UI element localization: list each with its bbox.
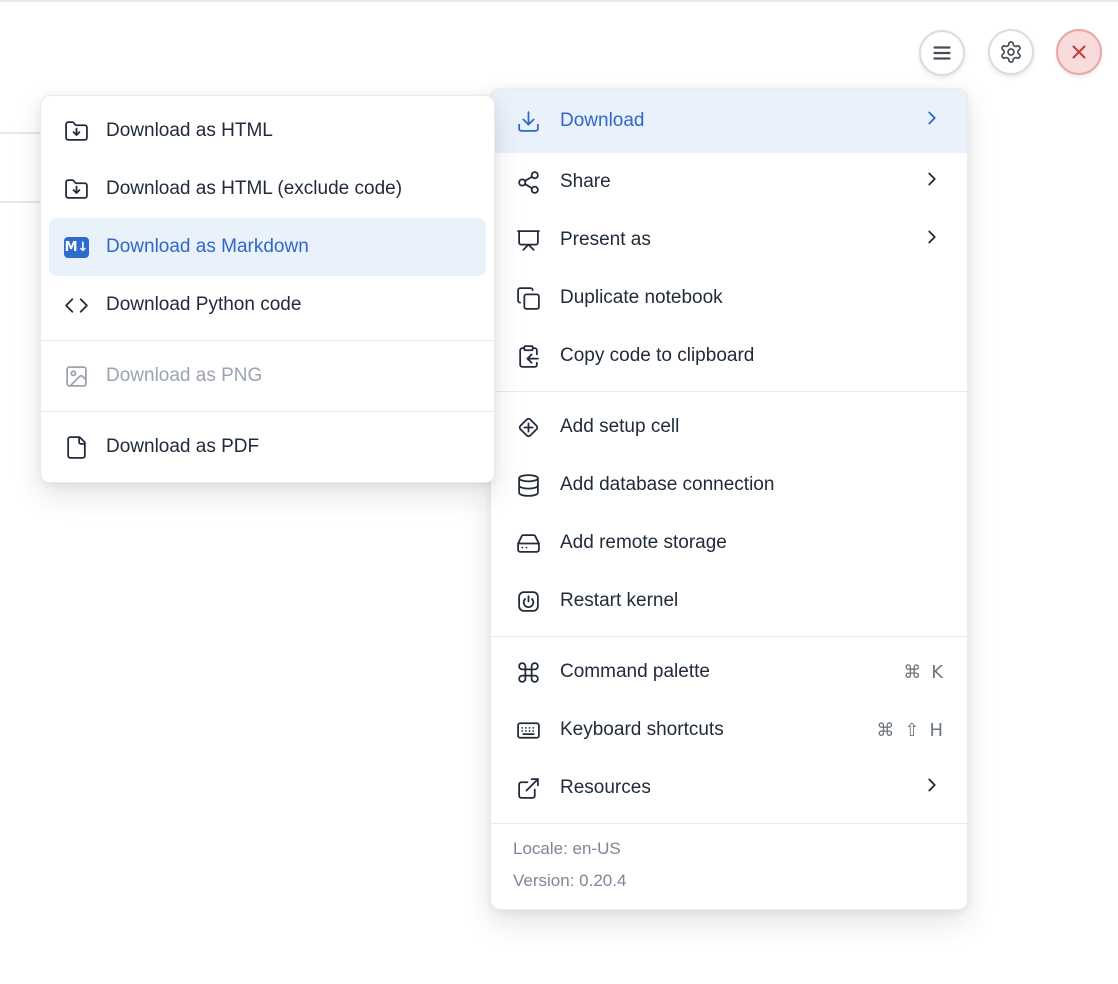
presentation-icon (516, 228, 541, 253)
menu-item-restart-kernel[interactable]: Restart kernel (491, 572, 967, 630)
close-icon (1067, 40, 1091, 64)
menu-item-label: Resources (560, 777, 651, 799)
menu-item-label: Duplicate notebook (560, 287, 723, 309)
menu-group: Download as HTML Download as HTML (exclud… (41, 96, 494, 340)
menu-item-copy-code-to-clipboard[interactable]: Copy code to clipboard (491, 327, 967, 385)
image-icon (64, 364, 89, 389)
menu-item-label: Download as Markdown (106, 236, 309, 258)
hamburger-icon (930, 41, 954, 65)
shortcut-key: ⌘ (876, 720, 894, 741)
menu-item-download-as-markdown[interactable]: M↓ Download as Markdown (49, 218, 486, 276)
submenu-indicator (921, 107, 943, 135)
close-button[interactable] (1056, 29, 1102, 75)
download-submenu: Download as HTML Download as HTML (exclud… (40, 95, 495, 483)
keyboard-shortcut: ⌘ ⇧ H (876, 720, 943, 741)
menu-item-label: Share (560, 171, 611, 193)
menu-item-label: Present as (560, 229, 651, 251)
menu-item-label: Download (560, 110, 645, 132)
menu-item-label: Keyboard shortcuts (560, 719, 724, 741)
command-icon (516, 660, 541, 685)
menu-item-present-as[interactable]: Present as (491, 211, 967, 269)
shortcut-keys: ⌘K (903, 662, 943, 683)
markdown-icon: M↓ (64, 235, 89, 260)
menu-item-download-as-html[interactable]: Download as HTML (41, 102, 494, 160)
menu-item-label: Add remote storage (560, 532, 727, 554)
submenu-indicator (921, 774, 943, 802)
menu-item-add-remote-storage[interactable]: Add remote storage (491, 514, 967, 572)
menu-item-label: Download as HTML (exclude code) (106, 178, 402, 200)
menu-group: Download Share Present as Duplicate noteboo… (491, 89, 967, 391)
version-text: Version: 0.20.4 (491, 865, 967, 897)
shortcut-key: ⌘ (903, 662, 921, 683)
menu-item-duplicate-notebook[interactable]: Duplicate notebook (491, 269, 967, 327)
chevron-right-icon (921, 168, 943, 196)
submenu-indicator (921, 168, 943, 196)
menu-item-label: Download as HTML (106, 120, 273, 142)
menu-item-label: Add database connection (560, 474, 774, 496)
share-icon (516, 170, 541, 195)
menu-item-share[interactable]: Share (491, 153, 967, 211)
diamond-plus-icon (516, 415, 541, 440)
shortcut-keys: ⌘ ⇧ H (876, 720, 943, 741)
settings-button[interactable] (988, 29, 1034, 75)
menu-group: Download as PNG (41, 341, 494, 411)
external-link-icon (516, 776, 541, 801)
database-icon (516, 473, 541, 498)
hard-drive-icon (516, 531, 541, 556)
power-icon (516, 589, 541, 614)
shortcut-key: H (929, 720, 943, 741)
keyboard-shortcut: ⌘K (903, 662, 943, 683)
menu-item-download-as-html-exclude-code[interactable]: Download as HTML (exclude code) (41, 160, 494, 218)
notebook-actions-menu: Download Share Present as Duplicate noteboo… (490, 88, 968, 910)
menu-item-label: Copy code to clipboard (560, 345, 754, 367)
download-icon (516, 109, 541, 134)
menu-item-download-as-pdf[interactable]: Download as PDF (41, 418, 494, 476)
shortcut-key: ⇧ (904, 720, 919, 741)
clipboard-copy-icon (516, 344, 541, 369)
duplicate-icon (516, 286, 541, 311)
menu-item-label: Command palette (560, 661, 710, 683)
menu-item-add-setup-cell[interactable]: Add setup cell (491, 398, 967, 456)
page: Download Share Present as Duplicate noteboo… (0, 0, 1118, 984)
shortcut-key: K (931, 662, 943, 683)
menu-item-download[interactable]: Download (491, 89, 967, 153)
menu-item-label: Restart kernel (560, 590, 678, 612)
code-icon (64, 293, 89, 318)
menu-item-download-as-png[interactable]: Download as PNG (41, 347, 494, 405)
menu-group: Command palette⌘KKeyboard shortcuts⌘⇧HRe… (491, 637, 967, 823)
menu-item-command-palette[interactable]: Command palette⌘K (491, 643, 967, 701)
menu-group: Download as PDF (41, 412, 494, 482)
menu-footer: Locale: en-USVersion: 0.20.4 (491, 824, 967, 909)
chevron-right-icon (921, 774, 943, 802)
menu-item-resources[interactable]: Resources (491, 759, 967, 817)
menu-item-keyboard-shortcuts[interactable]: Keyboard shortcuts ⌘ ⇧ H (491, 701, 967, 759)
menu-button[interactable] (919, 30, 965, 76)
menu-item-download-python-code[interactable]: Download Python code (41, 276, 494, 334)
page-top-border (0, 0, 1118, 2)
submenu-indicator (921, 226, 943, 254)
gear-icon (999, 40, 1023, 64)
folder-download-icon (64, 119, 89, 144)
file-icon (64, 435, 89, 460)
menu-item-add-database-connection[interactable]: Add database connection (491, 456, 967, 514)
chevron-right-icon (921, 226, 943, 254)
chevron-right-icon (921, 107, 943, 135)
menu-item-label: Download as PNG (106, 365, 262, 387)
menu-group: Add setup cell Add database connection Add… (491, 392, 967, 636)
background-row-border (0, 132, 41, 134)
folder-download-icon (64, 177, 89, 202)
menu-item-label: Download Python code (106, 294, 301, 316)
background-row-border (0, 201, 41, 203)
menu-item-label: Download as PDF (106, 436, 259, 458)
menu-item-label: Add setup cell (560, 416, 679, 438)
keyboard-icon (516, 718, 541, 743)
locale-text: Locale: en-US (491, 833, 967, 865)
